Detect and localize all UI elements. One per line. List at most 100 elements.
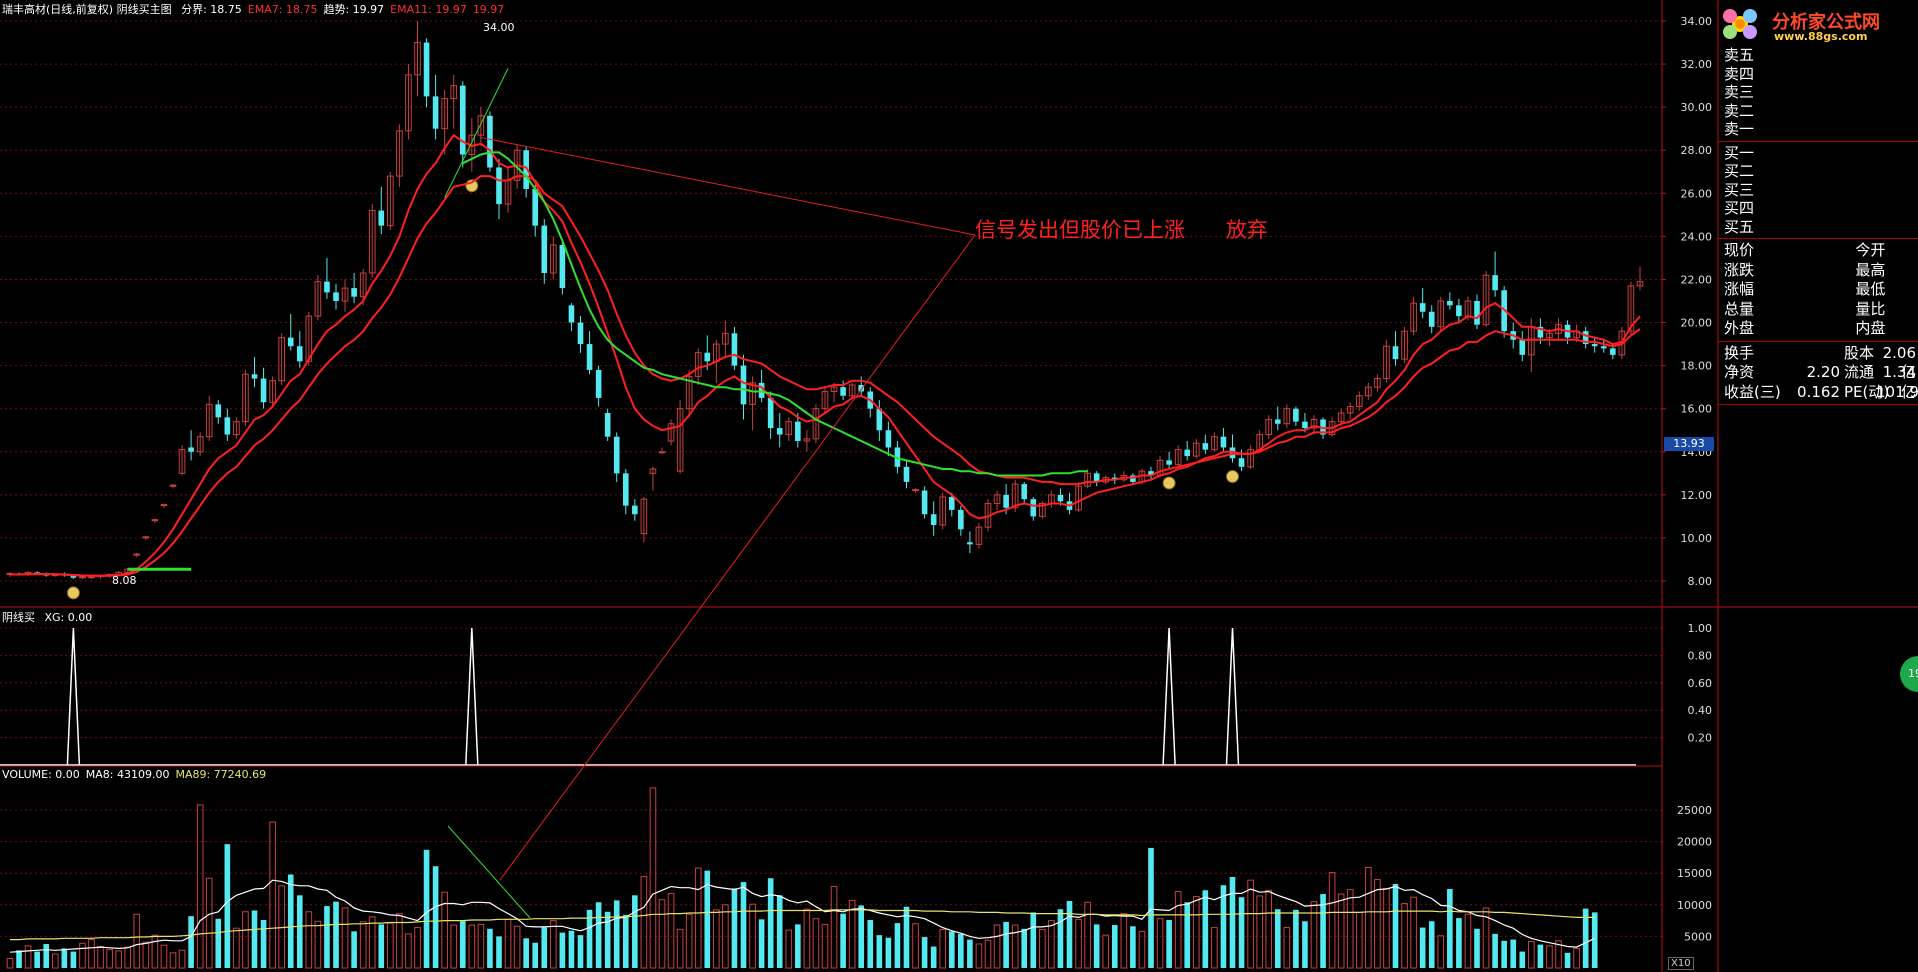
volume-bar <box>803 908 811 969</box>
candle-body <box>351 288 357 297</box>
volume-bar <box>676 928 684 969</box>
volume-bar <box>975 943 983 969</box>
buy-signal-icon <box>66 586 80 600</box>
volume-bar <box>858 905 865 968</box>
volume-indicator-0: VOLUME: 0.00 <box>2 768 80 781</box>
fundamental-row: 换手 股本 2.06亿 <box>1718 343 1918 382</box>
indicator-spike <box>1225 627 1240 766</box>
volume-bar <box>1003 921 1009 968</box>
buy-signal-icon <box>1226 470 1239 484</box>
candle-body <box>459 85 466 155</box>
candle-body <box>260 378 267 403</box>
volume-bar <box>423 849 430 968</box>
volume-bar <box>1066 901 1073 968</box>
volume-bar <box>1447 889 1453 968</box>
volume-bar <box>795 924 801 968</box>
volume-bar <box>685 913 693 969</box>
indicator-value: XG: 0.00 <box>44 611 93 624</box>
volume-bar <box>324 906 330 968</box>
volume-bar <box>658 899 666 969</box>
volume-bar <box>305 911 313 969</box>
candle-body <box>776 428 783 435</box>
volume-bar <box>1501 940 1507 968</box>
volume-bar <box>1537 944 1544 968</box>
candle-body <box>1166 460 1172 465</box>
volume-bar <box>97 946 104 969</box>
stat-value <box>1787 300 1850 320</box>
y-tick-label: 5000 <box>1684 930 1712 943</box>
fundamental-stats: 换手 股本 2.06亿 净资 2.20 流通 1.34亿 收益(三) 0.162 PE(动) 101… <box>1718 344 1918 403</box>
volume-bar <box>523 938 529 968</box>
header-indicator-1: EMA7: 18.75 <box>247 3 318 16</box>
buy-level-5: 买五 <box>1724 217 1755 236</box>
volume-bar <box>1148 847 1154 968</box>
volume-bar <box>205 877 213 969</box>
y-tick-label: 10000 <box>1677 899 1712 912</box>
zoom-badge[interactable]: X10 <box>1668 957 1694 970</box>
volume-bar <box>124 946 132 969</box>
stat-value <box>1787 261 1850 281</box>
volume-bar <box>1355 911 1363 969</box>
candle-body <box>921 490 928 515</box>
candle-body <box>188 447 194 452</box>
candle-body <box>296 346 303 362</box>
y-tick-label: 16.00 <box>1681 403 1713 416</box>
volume-bar <box>694 867 702 969</box>
candle-body <box>1057 494 1064 502</box>
stat-label-right: 最低 <box>1855 280 1886 298</box>
volume-bar <box>1256 895 1263 969</box>
volume-bar <box>1048 920 1055 969</box>
volume-bar <box>405 933 412 969</box>
volume-bar <box>876 935 883 968</box>
candle-body <box>613 436 620 474</box>
volume-ma89-line <box>10 909 1595 941</box>
volume-bar <box>830 885 838 969</box>
volume-bar <box>242 911 249 969</box>
fund-label-right: 流通 <box>1844 363 1875 381</box>
candle-body <box>215 404 222 418</box>
y-tick-label: 25000 <box>1677 804 1712 817</box>
chart-canvas: 8.0010.0012.0014.0016.0018.0020.0022.002… <box>0 0 1918 972</box>
volume-bar <box>1510 939 1517 968</box>
volume-bar <box>487 928 493 968</box>
volume-bar <box>1564 952 1571 968</box>
volume-bar <box>450 924 458 969</box>
sell-level-2: 卖二 <box>1724 101 1755 120</box>
volume-bar <box>160 944 168 969</box>
volume-bar <box>1238 897 1245 968</box>
volume-bar <box>387 922 394 969</box>
candle-body <box>532 189 539 226</box>
axis-layer: 8.0010.0012.0014.0016.0018.0020.0022.002… <box>0 0 1918 972</box>
volume-bar <box>532 942 539 968</box>
grid-layer <box>0 20 1662 937</box>
volume-bar <box>51 953 59 969</box>
candle-body <box>967 542 973 545</box>
stat-value <box>1787 319 1850 339</box>
volume-bar <box>169 952 177 969</box>
volume-bar <box>568 930 575 968</box>
volume-bar <box>1202 890 1209 968</box>
volume-bar <box>24 945 32 969</box>
volume-bar <box>613 900 620 968</box>
volume-bar <box>1437 935 1445 969</box>
y-tick-label: 0.60 <box>1688 677 1713 690</box>
fund-value <box>1792 344 1844 364</box>
fund-value-right: 2.06亿 <box>1882 343 1916 382</box>
sell-level-3: 卖三 <box>1724 83 1755 101</box>
volume-bar <box>1591 912 1598 968</box>
volume-bar <box>1392 883 1399 968</box>
volume-ma8-line <box>9 879 1595 953</box>
volume-bar <box>151 934 159 969</box>
candle-body <box>658 451 666 454</box>
sell-orders: 卖五 卖四 卖三 卖二 卖一 <box>1718 46 1918 139</box>
candle-body <box>586 344 593 370</box>
volume-bar <box>88 939 95 969</box>
volume-bar <box>1039 928 1046 969</box>
candle-body <box>731 333 738 366</box>
buy-level-3: 买三 <box>1724 180 1755 199</box>
logo-url: www.88gs.com <box>1774 30 1868 43</box>
volume-bar <box>1492 933 1498 968</box>
candle-body <box>1610 348 1616 355</box>
y-tick-label: 30.00 <box>1681 101 1713 114</box>
volume-bar <box>1174 891 1182 969</box>
